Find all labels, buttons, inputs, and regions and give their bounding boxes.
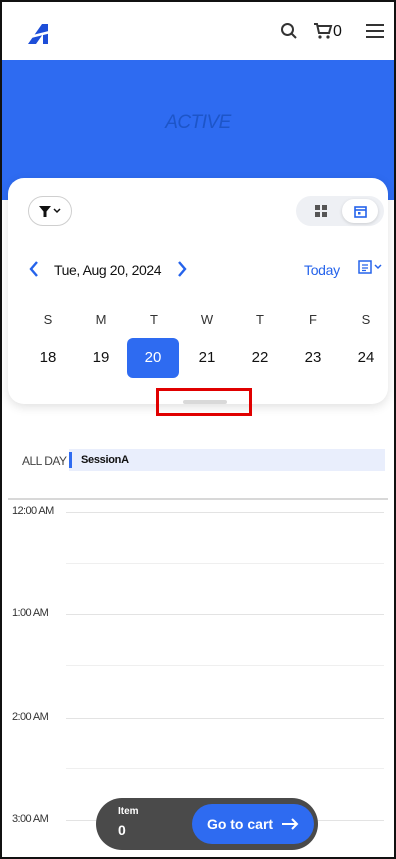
item-label: Item (118, 806, 139, 817)
go-to-cart-label: Go to cart (206, 816, 274, 832)
time-label: 2:00 AM (12, 711, 49, 723)
day-cell[interactable]: 21 (181, 338, 233, 378)
weekday-label: M (95, 312, 107, 327)
day-cell[interactable]: 18 (22, 338, 74, 378)
day-cell[interactable]: 19 (75, 338, 127, 378)
top-bar: 0 (2, 2, 394, 60)
time-label: 1:00 AM (12, 607, 49, 619)
half-hour-line (66, 768, 384, 769)
half-hour-line (66, 563, 384, 564)
chevron-right-icon[interactable] (176, 260, 188, 283)
cart-count: 0 (333, 23, 342, 40)
current-date-label: Tue, Aug 20, 2024 (54, 262, 162, 278)
weekday-label: S (361, 312, 371, 327)
view-toggle (296, 196, 384, 226)
hour-line (66, 718, 384, 719)
filter-icon (39, 205, 51, 217)
item-count: 0 (118, 822, 126, 838)
weekday-label: F (309, 312, 317, 327)
time-label: 3:00 AM (12, 813, 49, 825)
drag-handle[interactable] (183, 400, 227, 404)
weekday-label: T (256, 312, 264, 327)
weekday-label: T (150, 312, 158, 327)
day-cell[interactable]: 23 (287, 338, 339, 378)
calendar-panel: Tue, Aug 20, 2024 Today S M T W T F S 18… (8, 178, 388, 404)
weekday-label: S (43, 312, 53, 327)
go-to-cart-button[interactable]: Go to cart (192, 804, 314, 844)
allday-separator (8, 498, 388, 500)
list-icon (358, 260, 372, 274)
event-color-bar (69, 452, 72, 468)
active-logo-icon[interactable] (26, 20, 56, 46)
allday-label: ALL DAY (22, 454, 67, 468)
time-label: 12:00 AM (12, 505, 54, 517)
menu-icon[interactable] (364, 20, 386, 42)
search-icon[interactable] (278, 20, 300, 42)
chevron-left-icon[interactable] (28, 260, 40, 283)
day-cell[interactable]: 24 (340, 338, 392, 378)
chevron-down-icon (374, 264, 382, 270)
half-hour-line (66, 665, 384, 666)
list-view-button[interactable] (358, 260, 382, 274)
today-button[interactable]: Today (304, 262, 340, 278)
chevron-down-icon (53, 208, 61, 214)
arrow-right-icon (282, 818, 299, 830)
day-cell[interactable]: 22 (234, 338, 286, 378)
cart-icon[interactable] (312, 20, 334, 42)
drag-handle-highlight (156, 388, 252, 416)
filter-button[interactable] (28, 196, 72, 226)
hour-line (66, 614, 384, 615)
hero-brand-text: ACTIVE (165, 112, 231, 133)
event-title: SessionA (81, 454, 129, 466)
grid-view-icon[interactable] (304, 200, 338, 222)
hour-line (66, 512, 384, 513)
day-cell-selected[interactable]: 20 (127, 338, 179, 378)
cart-bar: Item 0 Go to cart (96, 798, 318, 850)
calendar-view-icon[interactable] (342, 199, 378, 223)
date-navigation: Tue, Aug 20, 2024 Today (8, 258, 388, 282)
weekday-label: W (200, 312, 214, 327)
allday-event[interactable]: SessionA (69, 449, 385, 471)
